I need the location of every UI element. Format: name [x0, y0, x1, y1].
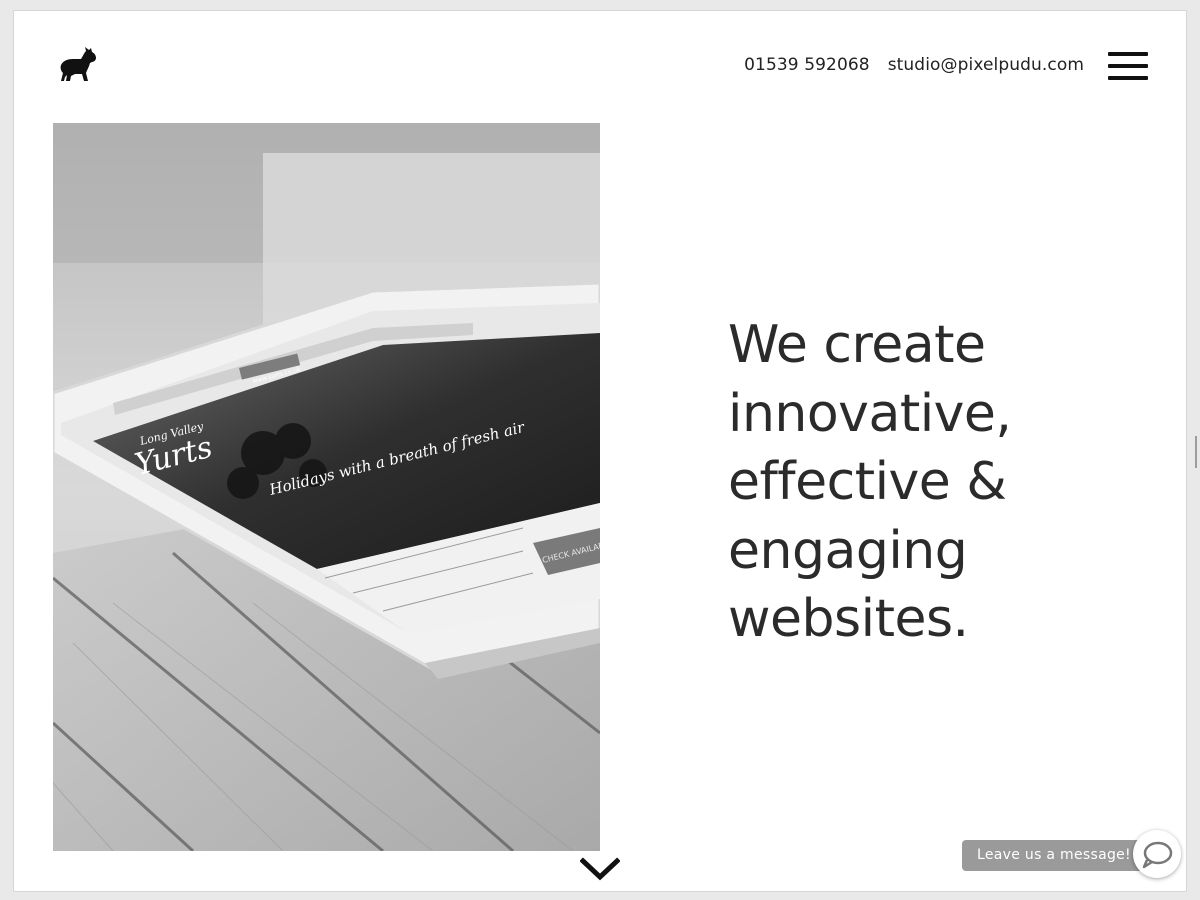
chat-launcher[interactable] — [1133, 830, 1181, 878]
scrollbar-handle[interactable] — [1195, 436, 1197, 468]
email-link[interactable]: studio@pixelpudu.com — [888, 55, 1084, 75]
tablet-on-table-illustration: Yurts Long Valley Holidays with a breath… — [53, 123, 600, 851]
speech-bubble-icon — [1142, 841, 1173, 869]
leave-message-button[interactable]: Leave us a message! — [962, 840, 1148, 871]
headline-line: innovative, — [728, 383, 1012, 444]
headline-line: engaging — [728, 520, 968, 581]
headline-line: effective & — [728, 452, 1007, 512]
hamburger-menu-icon[interactable] — [1108, 52, 1148, 80]
contact-links: 01539 592068 studio@pixelpudu.com — [744, 55, 1084, 75]
headline-line: We create — [728, 315, 986, 375]
hero-headline: We create innovative, effective & engagi… — [728, 311, 1148, 654]
chevron-down-icon[interactable] — [580, 857, 620, 883]
hero-photo: Yurts Long Valley Holidays with a breath… — [53, 123, 600, 851]
page-frame: 01539 592068 studio@pixelpudu.com Yurts … — [14, 11, 1186, 891]
phone-link[interactable]: 01539 592068 — [744, 55, 870, 75]
pudu-dog-logo[interactable] — [53, 41, 99, 87]
headline-line: websites. — [728, 589, 969, 649]
